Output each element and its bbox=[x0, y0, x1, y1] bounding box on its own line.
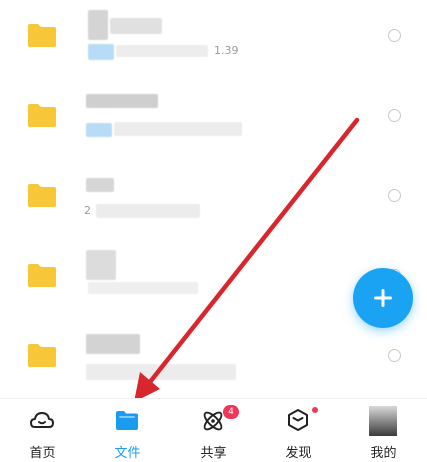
notification-badge: 4 bbox=[223, 405, 239, 419]
file-row[interactable]: 1.39 bbox=[0, 0, 427, 80]
blurred-meta bbox=[88, 282, 198, 294]
blurred-meta bbox=[116, 45, 208, 57]
select-radio[interactable] bbox=[388, 109, 401, 122]
tab-label: 我的 bbox=[370, 446, 397, 461]
plus-icon bbox=[374, 289, 392, 307]
blurred-meta bbox=[86, 123, 112, 137]
select-radio[interactable] bbox=[388, 349, 401, 362]
blurred-meta bbox=[88, 44, 114, 60]
folder-icon bbox=[28, 24, 56, 47]
tab-home[interactable]: 首页 bbox=[0, 399, 85, 462]
folder-icon bbox=[28, 264, 56, 287]
tab-label: 文件 bbox=[114, 446, 141, 461]
folder-icon bbox=[28, 184, 56, 207]
blurred-filename bbox=[110, 18, 162, 34]
tab-me[interactable]: 我的 bbox=[341, 399, 426, 462]
blurred-filename bbox=[86, 250, 116, 280]
folder-icon bbox=[28, 104, 56, 127]
avatar bbox=[369, 406, 397, 436]
folder-icon bbox=[28, 344, 56, 367]
tab-label: 发现 bbox=[285, 446, 312, 461]
cube-discover-icon bbox=[288, 409, 308, 431]
tab-label: 共享 bbox=[200, 446, 227, 461]
select-radio[interactable] bbox=[388, 189, 401, 202]
file-row[interactable] bbox=[0, 80, 427, 160]
add-fab-button[interactable] bbox=[353, 268, 413, 328]
tab-files[interactable]: 文件 bbox=[85, 399, 170, 462]
new-dot-indicator bbox=[312, 407, 318, 413]
file-row[interactable] bbox=[0, 320, 427, 400]
tab-label: 首页 bbox=[29, 446, 56, 461]
blurred-filename bbox=[88, 10, 108, 40]
home-cloud-icon bbox=[30, 412, 54, 428]
blurred-filename bbox=[86, 94, 158, 108]
bottom-tab-bar: 首页 文件 4 共享 发现 我的 bbox=[0, 398, 427, 462]
file-meta-text: 1.39 bbox=[214, 44, 239, 57]
folder-icon bbox=[116, 411, 138, 430]
blurred-meta bbox=[96, 204, 200, 218]
file-meta-text: 2 bbox=[84, 204, 91, 217]
blurred-filename bbox=[86, 178, 114, 192]
blurred-filename bbox=[86, 334, 140, 354]
select-radio[interactable] bbox=[388, 29, 401, 42]
blurred-meta bbox=[86, 364, 236, 380]
file-list: 1.39 2 bbox=[0, 0, 427, 398]
blurred-meta bbox=[114, 122, 242, 136]
file-row[interactable]: 2 bbox=[0, 160, 427, 240]
tab-share[interactable]: 4 共享 bbox=[171, 399, 256, 462]
tab-discover[interactable]: 发现 bbox=[256, 399, 341, 462]
